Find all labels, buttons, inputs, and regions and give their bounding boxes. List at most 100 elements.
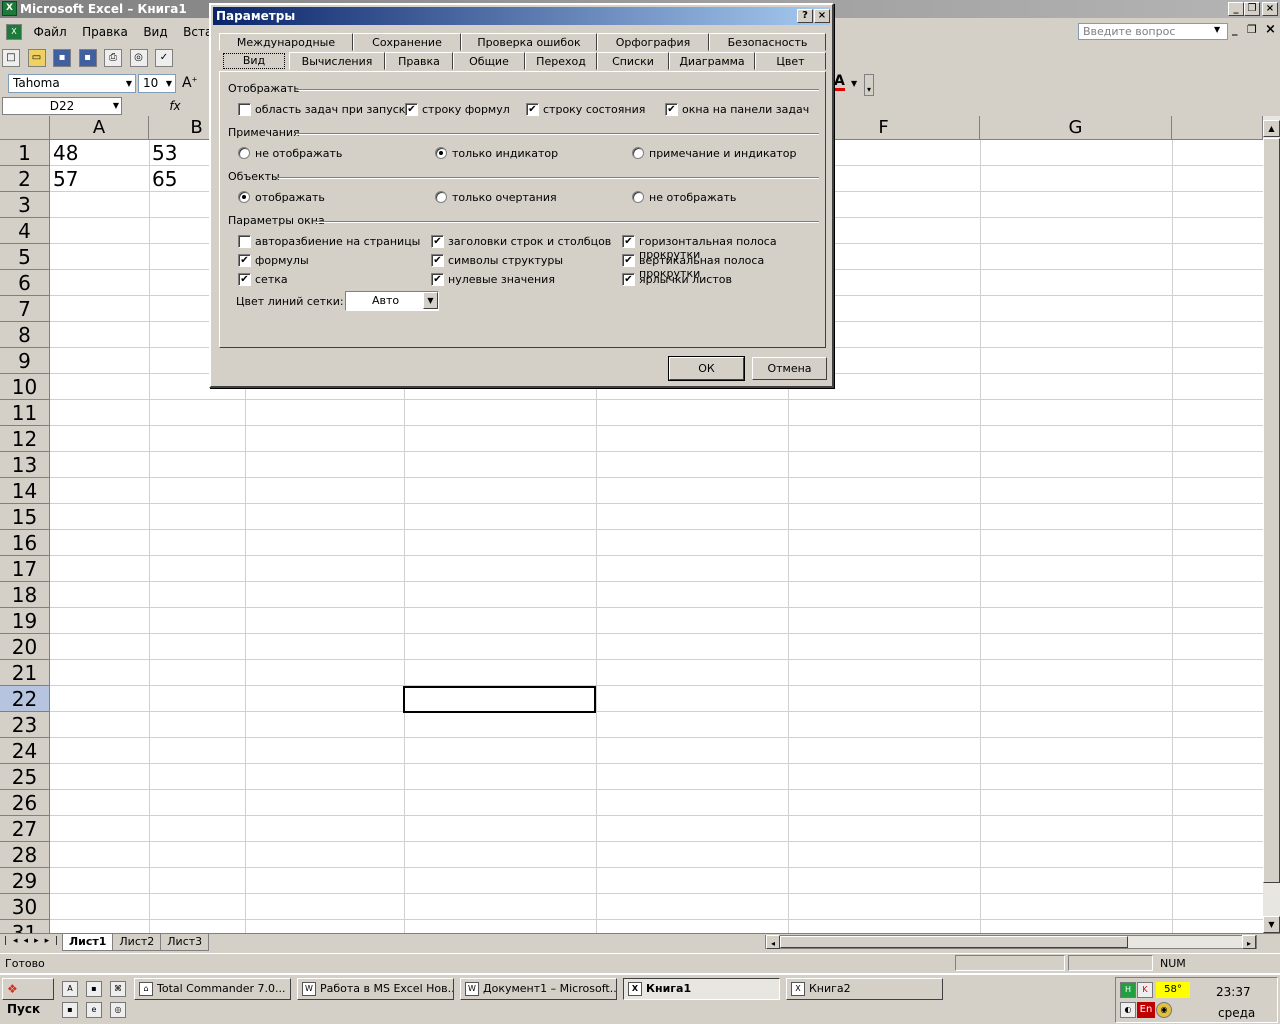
column-header[interactable]: G: [980, 116, 1172, 140]
menu-file[interactable]: Файл: [28, 21, 73, 43]
checkbox-box[interactable]: ✔: [238, 273, 251, 286]
scroll-left-icon[interactable]: ◂: [766, 935, 780, 949]
toolbar-options-icon[interactable]: ▾: [864, 74, 874, 96]
checkbox-box[interactable]: ✔: [665, 103, 678, 116]
tab-edit[interactable]: Правка: [385, 52, 453, 70]
checkbox-formula-bar[interactable]: ✔ строку формул: [405, 103, 510, 116]
new-icon[interactable]: □: [2, 49, 20, 67]
row-header[interactable]: 13: [0, 452, 50, 478]
tray-icon-1[interactable]: H: [1120, 982, 1136, 998]
row-header[interactable]: 19: [0, 608, 50, 634]
tab-transition[interactable]: Переход: [525, 52, 597, 70]
row-header[interactable]: 7: [0, 296, 50, 322]
row-header[interactable]: 18: [0, 582, 50, 608]
task-word-2[interactable]: W Документ1 – Microsoft...: [460, 978, 617, 1000]
row-header[interactable]: 9: [0, 348, 50, 374]
save-icon[interactable]: ▪: [53, 49, 71, 67]
checkbox-sheet-tabs[interactable]: ✔ ярлычки листов: [622, 273, 732, 286]
checkbox-box[interactable]: ✔: [431, 254, 444, 267]
gridcolor-select[interactable]: Авто ▼: [345, 291, 439, 311]
radio-dot[interactable]: [632, 191, 644, 203]
row-header[interactable]: 8: [0, 322, 50, 348]
tab-spelling[interactable]: Орфография: [597, 33, 709, 51]
preview-icon[interactable]: ◎: [129, 49, 148, 67]
sheet-tab-2[interactable]: Лист2: [112, 934, 162, 951]
start-button[interactable]: ❖ Пуск: [2, 978, 54, 1016]
checkbox-status-bar[interactable]: ✔ строку состояния: [526, 103, 645, 116]
row-header[interactable]: 16: [0, 530, 50, 556]
restore-icon[interactable]: ❐: [1244, 2, 1260, 16]
font-color-icon[interactable]: A: [834, 74, 845, 91]
row-header[interactable]: 14: [0, 478, 50, 504]
task-word-1[interactable]: W Работа в MS Excel Нов...: [297, 978, 454, 1000]
checkbox-formulas[interactable]: ✔ формулы: [238, 254, 309, 267]
chevron-down-icon[interactable]: ▼: [423, 292, 438, 309]
checkbox-box[interactable]: ✔: [622, 235, 635, 248]
chevron-down-icon[interactable]: ▼: [113, 98, 119, 114]
tab-nav-icons[interactable]: |◂◂▸▸|: [4, 936, 64, 946]
radio-dot[interactable]: [435, 147, 447, 159]
name-box[interactable]: D22 ▼: [2, 97, 122, 115]
column-header[interactable]: A: [50, 116, 149, 140]
doc-close-icon[interactable]: ×: [1265, 22, 1276, 37]
save-all-icon[interactable]: ▪: [78, 49, 97, 67]
row-header[interactable]: 22: [0, 686, 50, 712]
radio-objects-hide[interactable]: не отображать: [632, 191, 736, 204]
cell-b2[interactable]: 65: [149, 166, 177, 192]
quicklaunch-icon-1[interactable]: A: [62, 981, 78, 997]
checkbox-box[interactable]: ✔: [405, 103, 418, 116]
radio-dot[interactable]: [238, 147, 250, 159]
row-header[interactable]: 24: [0, 738, 50, 764]
checkbox-box[interactable]: [238, 235, 251, 248]
doc-restore-icon[interactable]: ❐: [1247, 23, 1257, 36]
tab-general[interactable]: Общие: [453, 52, 525, 70]
select-all-corner[interactable]: [0, 116, 50, 140]
tab-international[interactable]: Международные: [219, 33, 353, 51]
row-header[interactable]: 26: [0, 790, 50, 816]
checkbox-windows-taskbar[interactable]: ✔ окна на панели задач: [665, 103, 809, 116]
antivirus-icon[interactable]: K: [1137, 982, 1153, 998]
checkbox-gridlines[interactable]: ✔ сетка: [238, 273, 288, 286]
chevron-down-icon[interactable]: ▼: [1214, 25, 1220, 34]
tab-security[interactable]: Безопасность: [709, 33, 826, 51]
menu-edit[interactable]: Правка: [76, 21, 134, 43]
scroll-down-icon[interactable]: ▼: [1263, 916, 1280, 933]
chevron-down-icon[interactable]: ▼: [123, 75, 135, 92]
radio-dot[interactable]: [435, 191, 447, 203]
vertical-scrollbar[interactable]: ▲ ▼: [1263, 116, 1280, 933]
checkbox-box[interactable]: ✔: [431, 235, 444, 248]
row-header[interactable]: 5: [0, 244, 50, 270]
chevron-down-icon[interactable]: ▼: [163, 75, 175, 92]
tab-view[interactable]: Вид: [223, 53, 285, 69]
row-header[interactable]: 20: [0, 634, 50, 660]
scroll-right-icon[interactable]: ▸: [1242, 935, 1256, 949]
row-header[interactable]: 27: [0, 816, 50, 842]
checkbox-zero-values[interactable]: ✔ нулевые значения: [431, 273, 555, 286]
tab-error-checking[interactable]: Проверка ошибок: [461, 33, 597, 51]
chevron-down-icon[interactable]: ▼: [851, 79, 857, 88]
menu-view[interactable]: Вид: [137, 21, 173, 43]
row-header[interactable]: 31: [0, 920, 50, 933]
checkbox-box[interactable]: ✔: [526, 103, 539, 116]
cell-b1[interactable]: 53: [149, 140, 177, 166]
fx-icon[interactable]: fx: [164, 97, 186, 115]
row-header[interactable]: 2: [0, 166, 50, 192]
row-header[interactable]: 21: [0, 660, 50, 686]
checkbox-box[interactable]: ✔: [622, 254, 635, 267]
checkbox-box[interactable]: [238, 103, 251, 116]
row-header[interactable]: 23: [0, 712, 50, 738]
sheet-tab-3[interactable]: Лист3: [160, 934, 210, 951]
row-header[interactable]: 3: [0, 192, 50, 218]
tab-color[interactable]: Цвет: [755, 52, 826, 70]
checkbox-box[interactable]: ✔: [431, 273, 444, 286]
quicklaunch-icon-5[interactable]: e: [86, 1002, 102, 1018]
cell-a1[interactable]: 48: [50, 140, 78, 166]
row-header[interactable]: 17: [0, 556, 50, 582]
help-icon[interactable]: ?: [797, 9, 813, 23]
quicklaunch-icon-3[interactable]: ⌘: [110, 981, 126, 997]
language-indicator[interactable]: En: [1137, 1002, 1155, 1018]
sheet-tab-1[interactable]: Лист1: [62, 934, 114, 951]
checkbox-outline-symbols[interactable]: ✔ символы структуры: [431, 254, 563, 267]
row-header[interactable]: 29: [0, 868, 50, 894]
doc-minimize-icon[interactable]: _: [1232, 23, 1238, 36]
